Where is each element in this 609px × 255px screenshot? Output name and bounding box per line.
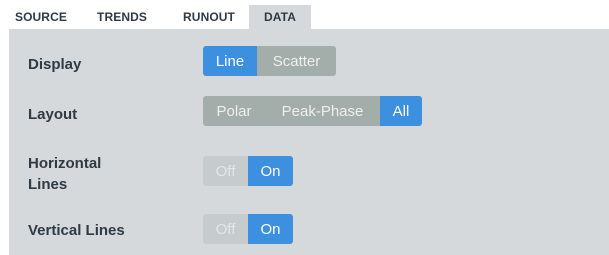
layout-polar-option[interactable]: Polar <box>203 96 265 126</box>
data-settings-panel: Display Line Scatter Layout Polar Peak-P… <box>9 29 609 255</box>
layout-toggle: Polar Peak-Phase All <box>203 96 422 126</box>
horizontal-lines-label-line1: Horizontal <box>28 155 102 172</box>
settings-app: SOURCE TRENDS RUNOUT DATA Display Line S… <box>0 0 609 255</box>
tab-trends[interactable]: TRENDS <box>75 5 169 29</box>
horizontal-lines-off-option[interactable]: Off <box>203 156 248 186</box>
display-scatter-option[interactable]: Scatter <box>257 46 336 76</box>
tab-data[interactable]: DATA <box>249 5 311 29</box>
vertical-lines-toggle: Off On <box>203 214 293 244</box>
tab-bar: SOURCE TRENDS RUNOUT DATA <box>9 5 609 29</box>
vertical-lines-on-option[interactable]: On <box>248 214 293 244</box>
vertical-lines-off-option[interactable]: Off <box>203 214 248 244</box>
horizontal-lines-on-option[interactable]: On <box>248 156 293 186</box>
vertical-lines-label: Vertical Lines <box>28 222 125 239</box>
horizontal-lines-label-line2: Lines <box>28 176 68 193</box>
horizontal-lines-label: Horizontal Lines <box>28 153 101 195</box>
display-label: Display <box>28 56 82 73</box>
display-toggle: Line Scatter <box>203 46 336 76</box>
layout-label: Layout <box>28 106 78 123</box>
layout-peak-phase-option[interactable]: Peak-Phase <box>265 96 380 126</box>
tab-source[interactable]: SOURCE <box>9 5 75 29</box>
display-line-option[interactable]: Line <box>203 46 257 76</box>
horizontal-lines-toggle: Off On <box>203 156 293 186</box>
layout-all-option[interactable]: All <box>380 96 422 126</box>
tab-runout[interactable]: RUNOUT <box>169 5 249 29</box>
